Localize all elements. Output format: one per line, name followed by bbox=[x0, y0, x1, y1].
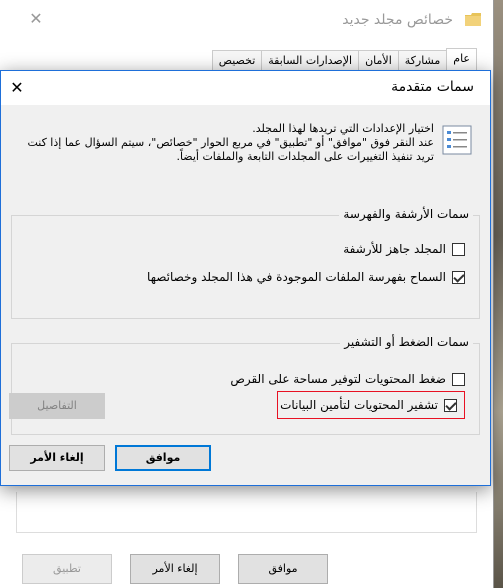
properties-titlebar: خصائص مجلد جديد ✕ bbox=[0, 0, 493, 42]
properties-title: خصائص مجلد جديد bbox=[342, 12, 453, 28]
archive-index-group: سمات الأرشفة والفهرسة المجلد جاهز للأرشف… bbox=[11, 207, 480, 319]
allow-indexing-row[interactable]: السماح بفهرسة الملفات الموجودة في هذا ال… bbox=[147, 270, 465, 284]
archive-ready-checkbox[interactable] bbox=[452, 242, 465, 256]
dialog-ok-button[interactable]: موافق bbox=[115, 445, 211, 471]
encrypt-contents-row[interactable]: تشفير المحتويات لتأمين البيانات bbox=[280, 398, 457, 412]
compress-encrypt-group: سمات الضغط أو التشفير ضغط المحتويات لتوف… bbox=[11, 335, 480, 435]
compress-group-label: سمات الضغط أو التشفير bbox=[340, 335, 473, 349]
tab-customize[interactable]: تخصيص bbox=[211, 50, 263, 71]
properties-panel bbox=[16, 492, 477, 533]
intro-line-3: تريد تنفيذ التغييرات على المجلدات التابع… bbox=[176, 150, 434, 163]
dialog-titlebar: ✕ سمات متقدمة bbox=[1, 71, 490, 105]
tab-general[interactable]: عام bbox=[446, 48, 477, 71]
properties-cancel-button[interactable]: إلغاء الأمر bbox=[130, 554, 220, 584]
advanced-attributes-dialog: ✕ سمات متقدمة اختيار الإعدادات التي تريد… bbox=[0, 70, 491, 486]
properties-tabs: عام مشاركة الأمان الإصدارات السابقة تخصي… bbox=[211, 48, 477, 71]
tab-sharing[interactable]: مشاركة bbox=[397, 50, 448, 71]
archive-ready-row[interactable]: المجلد جاهز للأرشفة bbox=[343, 242, 465, 256]
properties-ok-button[interactable]: موافق bbox=[238, 554, 328, 584]
properties-apply-button[interactable]: تطبيق bbox=[22, 554, 112, 584]
encrypt-contents-checkbox[interactable] bbox=[444, 398, 457, 412]
intro-line-1: اختيار الإعدادات التي تريدها لهذا المجلد… bbox=[252, 122, 434, 135]
archive-group-label: سمات الأرشفة والفهرسة bbox=[339, 207, 473, 221]
dialog-cancel-button[interactable]: إلغاء الأمر bbox=[9, 445, 105, 471]
tab-previous-versions[interactable]: الإصدارات السابقة bbox=[261, 50, 360, 71]
dialog-intro: اختيار الإعدادات التي تريدها لهذا المجلد… bbox=[14, 122, 434, 164]
dialog-title: سمات متقدمة bbox=[391, 79, 474, 95]
intro-line-2: عند النقر فوق "موافق" أو "تطبيق" في مربع… bbox=[27, 136, 434, 149]
properties-close-button[interactable]: ✕ bbox=[26, 9, 46, 29]
dialog-body: اختيار الإعدادات التي تريدها لهذا المجلد… bbox=[1, 105, 490, 485]
desktop-background-right bbox=[493, 0, 503, 588]
encrypt-contents-label: تشفير المحتويات لتأمين البيانات bbox=[280, 398, 438, 412]
archive-ready-label: المجلد جاهز للأرشفة bbox=[343, 242, 446, 256]
compress-contents-checkbox[interactable] bbox=[452, 372, 465, 386]
compress-contents-row[interactable]: ضغط المحتويات لتوفير مساحة على القرص bbox=[230, 372, 465, 386]
allow-indexing-label: السماح بفهرسة الملفات الموجودة في هذا ال… bbox=[147, 270, 446, 284]
details-button[interactable]: التفاصيل bbox=[9, 393, 105, 419]
dialog-close-button[interactable]: ✕ bbox=[5, 76, 29, 100]
tab-security[interactable]: الأمان bbox=[358, 50, 399, 71]
allow-indexing-checkbox[interactable] bbox=[452, 270, 465, 284]
folder-icon bbox=[465, 13, 481, 26]
settings-list-icon bbox=[442, 125, 472, 155]
compress-contents-label: ضغط المحتويات لتوفير مساحة على القرص bbox=[230, 372, 446, 386]
